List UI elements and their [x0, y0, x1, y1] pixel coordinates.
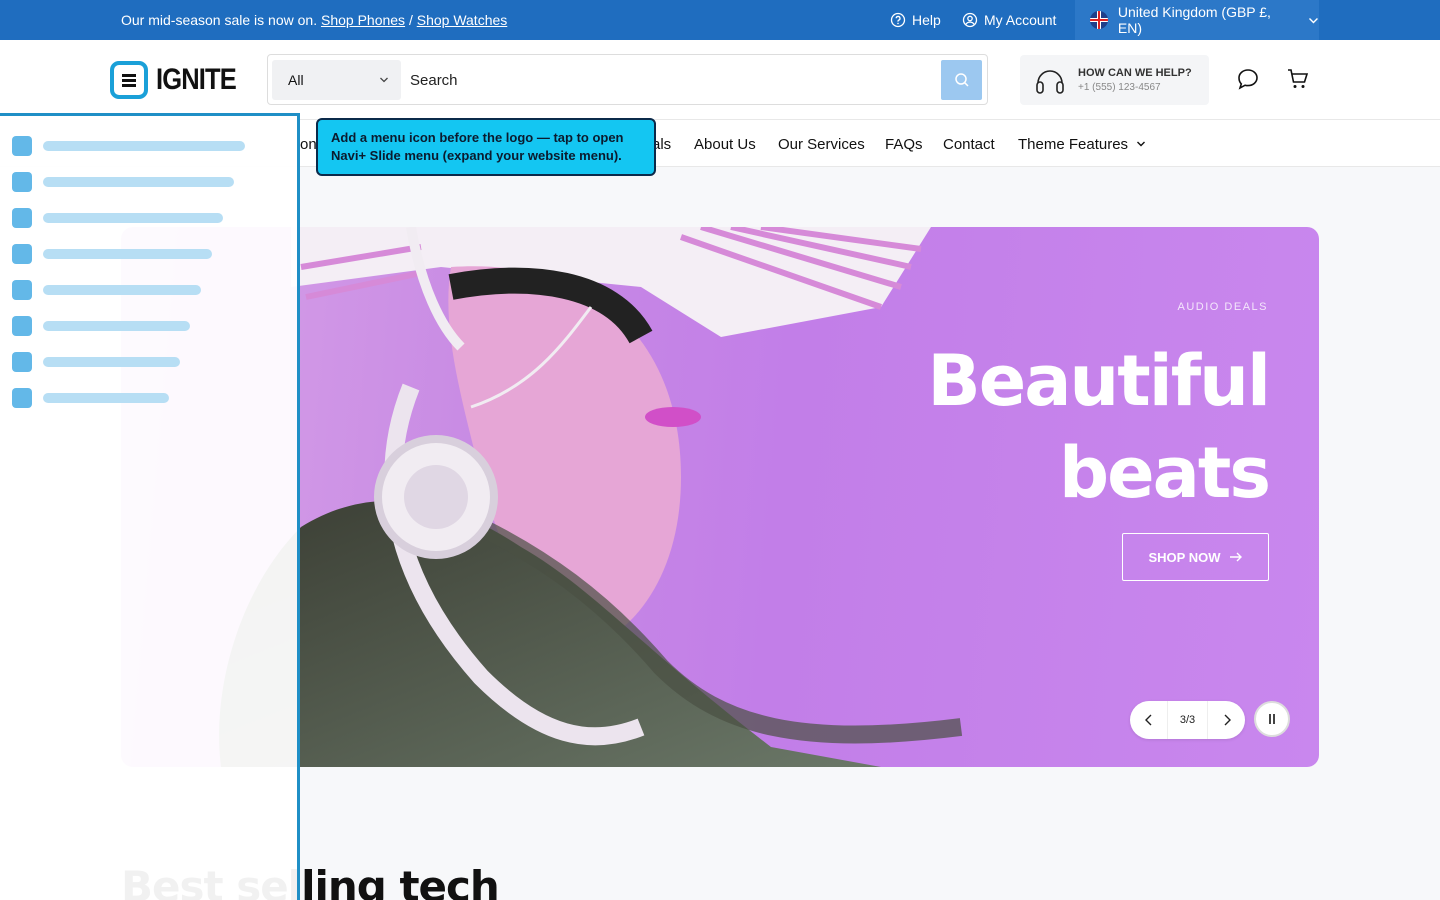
- link-separator: /: [408, 12, 413, 28]
- shop-now-label: SHOP NOW: [1148, 549, 1221, 565]
- hero-slide: AUDIO DEALS Beautiful beats SHOP NOW 3/3: [121, 227, 1319, 767]
- headset-icon: [1036, 70, 1064, 94]
- question-circle-icon: [890, 12, 906, 28]
- menu-tooltip: Add a menu icon before the logo — tap to…: [316, 118, 656, 176]
- region-selector[interactable]: United Kingdom (GBP £, EN): [1075, 0, 1319, 40]
- chevron-down-icon: [1137, 141, 1146, 147]
- nav-item-faqs[interactable]: FAQs: [885, 136, 923, 153]
- search-icon: [954, 73, 969, 87]
- chevron-right-icon: [1224, 714, 1231, 726]
- theme-features-label: Theme Features: [1018, 136, 1129, 153]
- announcement-bar: Our mid-season sale is now on. Shop Phon…: [0, 0, 1440, 40]
- help-link[interactable]: Help: [890, 12, 941, 28]
- chat-icon[interactable]: [1236, 67, 1260, 91]
- help-label: Help: [912, 12, 941, 28]
- nav-item-about-us[interactable]: About Us: [694, 136, 756, 153]
- nav-item-contact[interactable]: Contact: [943, 136, 995, 153]
- uk-flag-icon: [1090, 11, 1108, 29]
- prev-slide-button[interactable]: [1130, 701, 1167, 739]
- my-account-label: My Account: [984, 12, 1057, 28]
- announcement-text: Our mid-season sale is now on.: [121, 12, 318, 28]
- chevron-down-icon: [379, 60, 389, 100]
- search-bar: All: [267, 54, 988, 105]
- shop-now-button[interactable]: SHOP NOW: [1122, 533, 1269, 581]
- contact-box[interactable]: HOW CAN WE HELP? +1 (555) 123-4567: [1020, 55, 1209, 105]
- search-category-select[interactable]: All: [272, 60, 401, 100]
- search-category-value: All: [288, 72, 304, 88]
- next-slide-button[interactable]: [1208, 701, 1245, 739]
- my-account-link[interactable]: My Account: [962, 12, 1056, 28]
- hero-kicker: AUDIO DEALS: [1177, 301, 1268, 313]
- help-phone: +1 (555) 123-4567: [1078, 82, 1161, 93]
- chevron-left-icon: [1144, 714, 1151, 726]
- nav-item-our-services[interactable]: Our Services: [778, 136, 865, 153]
- site-header: IGNITE All HOW CAN WE HELP? +1 (555) 123…: [0, 40, 1440, 120]
- hero-headline-line2: beats: [1059, 432, 1271, 514]
- cart-icon[interactable]: [1286, 67, 1310, 91]
- hero-headline-line1: Beautiful: [927, 340, 1271, 422]
- help-title: HOW CAN WE HELP?: [1078, 67, 1192, 79]
- arrow-right-icon: [1229, 552, 1242, 562]
- slide-counter: 3/3: [1167, 701, 1208, 739]
- announcement: Our mid-season sale is now on. Shop Phon…: [121, 12, 507, 28]
- logo-text: IGNITE: [156, 63, 237, 96]
- shop-watches-link[interactable]: Shop Watches: [417, 12, 508, 28]
- search-input[interactable]: [410, 60, 940, 100]
- slide-menu-preview: [0, 113, 300, 900]
- slide-pager: 3/3: [1130, 701, 1245, 739]
- user-circle-icon: [962, 12, 978, 28]
- region-label: United Kingdom (GBP £, EN): [1117, 4, 1271, 36]
- chevron-down-icon: [1309, 17, 1318, 23]
- shop-phones-link[interactable]: Shop Phones: [321, 12, 405, 28]
- logo[interactable]: IGNITE: [110, 61, 250, 99]
- search-button[interactable]: [941, 60, 982, 100]
- pause-icon: [1269, 714, 1275, 724]
- menu-icon[interactable]: [110, 61, 148, 99]
- nav-item-theme-features[interactable]: Theme Features: [1018, 136, 1146, 153]
- nav-item-partial-1[interactable]: on: [300, 136, 317, 153]
- pause-slideshow-button[interactable]: [1254, 701, 1290, 737]
